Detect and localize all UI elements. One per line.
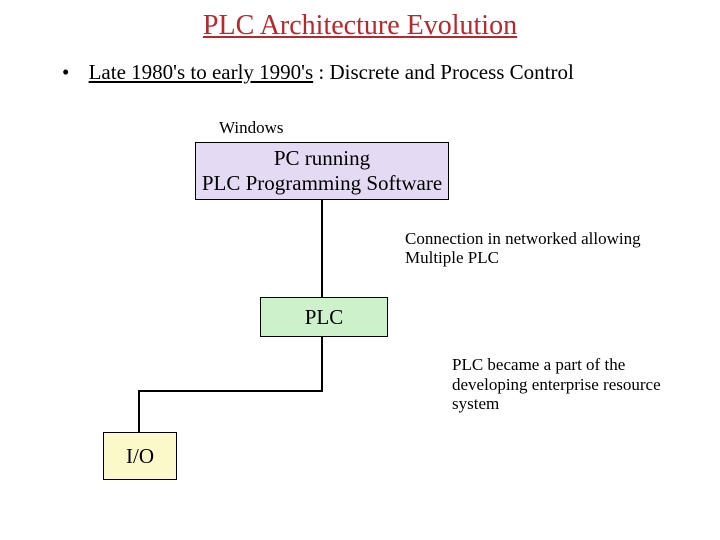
connector-pc-plc — [321, 200, 323, 297]
era-desc: Discrete and Process Control — [329, 60, 573, 84]
plc-box-label: PLC — [261, 305, 387, 330]
note-enterprise: PLC became a part of the developing ente… — [452, 355, 672, 414]
bullet-dot: • — [62, 60, 69, 84]
note-network-l2: Multiple PLC — [405, 249, 655, 268]
connector-plc-down — [321, 337, 323, 392]
note-network: Connection in networked allowing Multipl… — [405, 230, 655, 267]
page-title: PLC Architecture Evolution — [0, 10, 720, 42]
era-bullet: • Late 1980's to early 1990's : Discrete… — [62, 60, 574, 85]
plc-box: PLC — [260, 297, 388, 337]
note-network-l1: Connection in networked allowing — [405, 230, 655, 249]
era-label: Late 1980's to early 1990's — [89, 60, 314, 84]
pc-box-line1: PC running — [196, 146, 448, 171]
io-box: I/O — [103, 432, 177, 480]
pc-box: PC running PLC Programming Software — [195, 142, 449, 200]
connector-horiz — [138, 390, 323, 392]
windows-label: Windows — [219, 118, 283, 138]
connector-to-io — [138, 390, 140, 432]
pc-box-line2: PLC Programming Software — [196, 171, 448, 196]
era-sep: : — [313, 60, 329, 84]
io-box-label: I/O — [104, 444, 176, 469]
